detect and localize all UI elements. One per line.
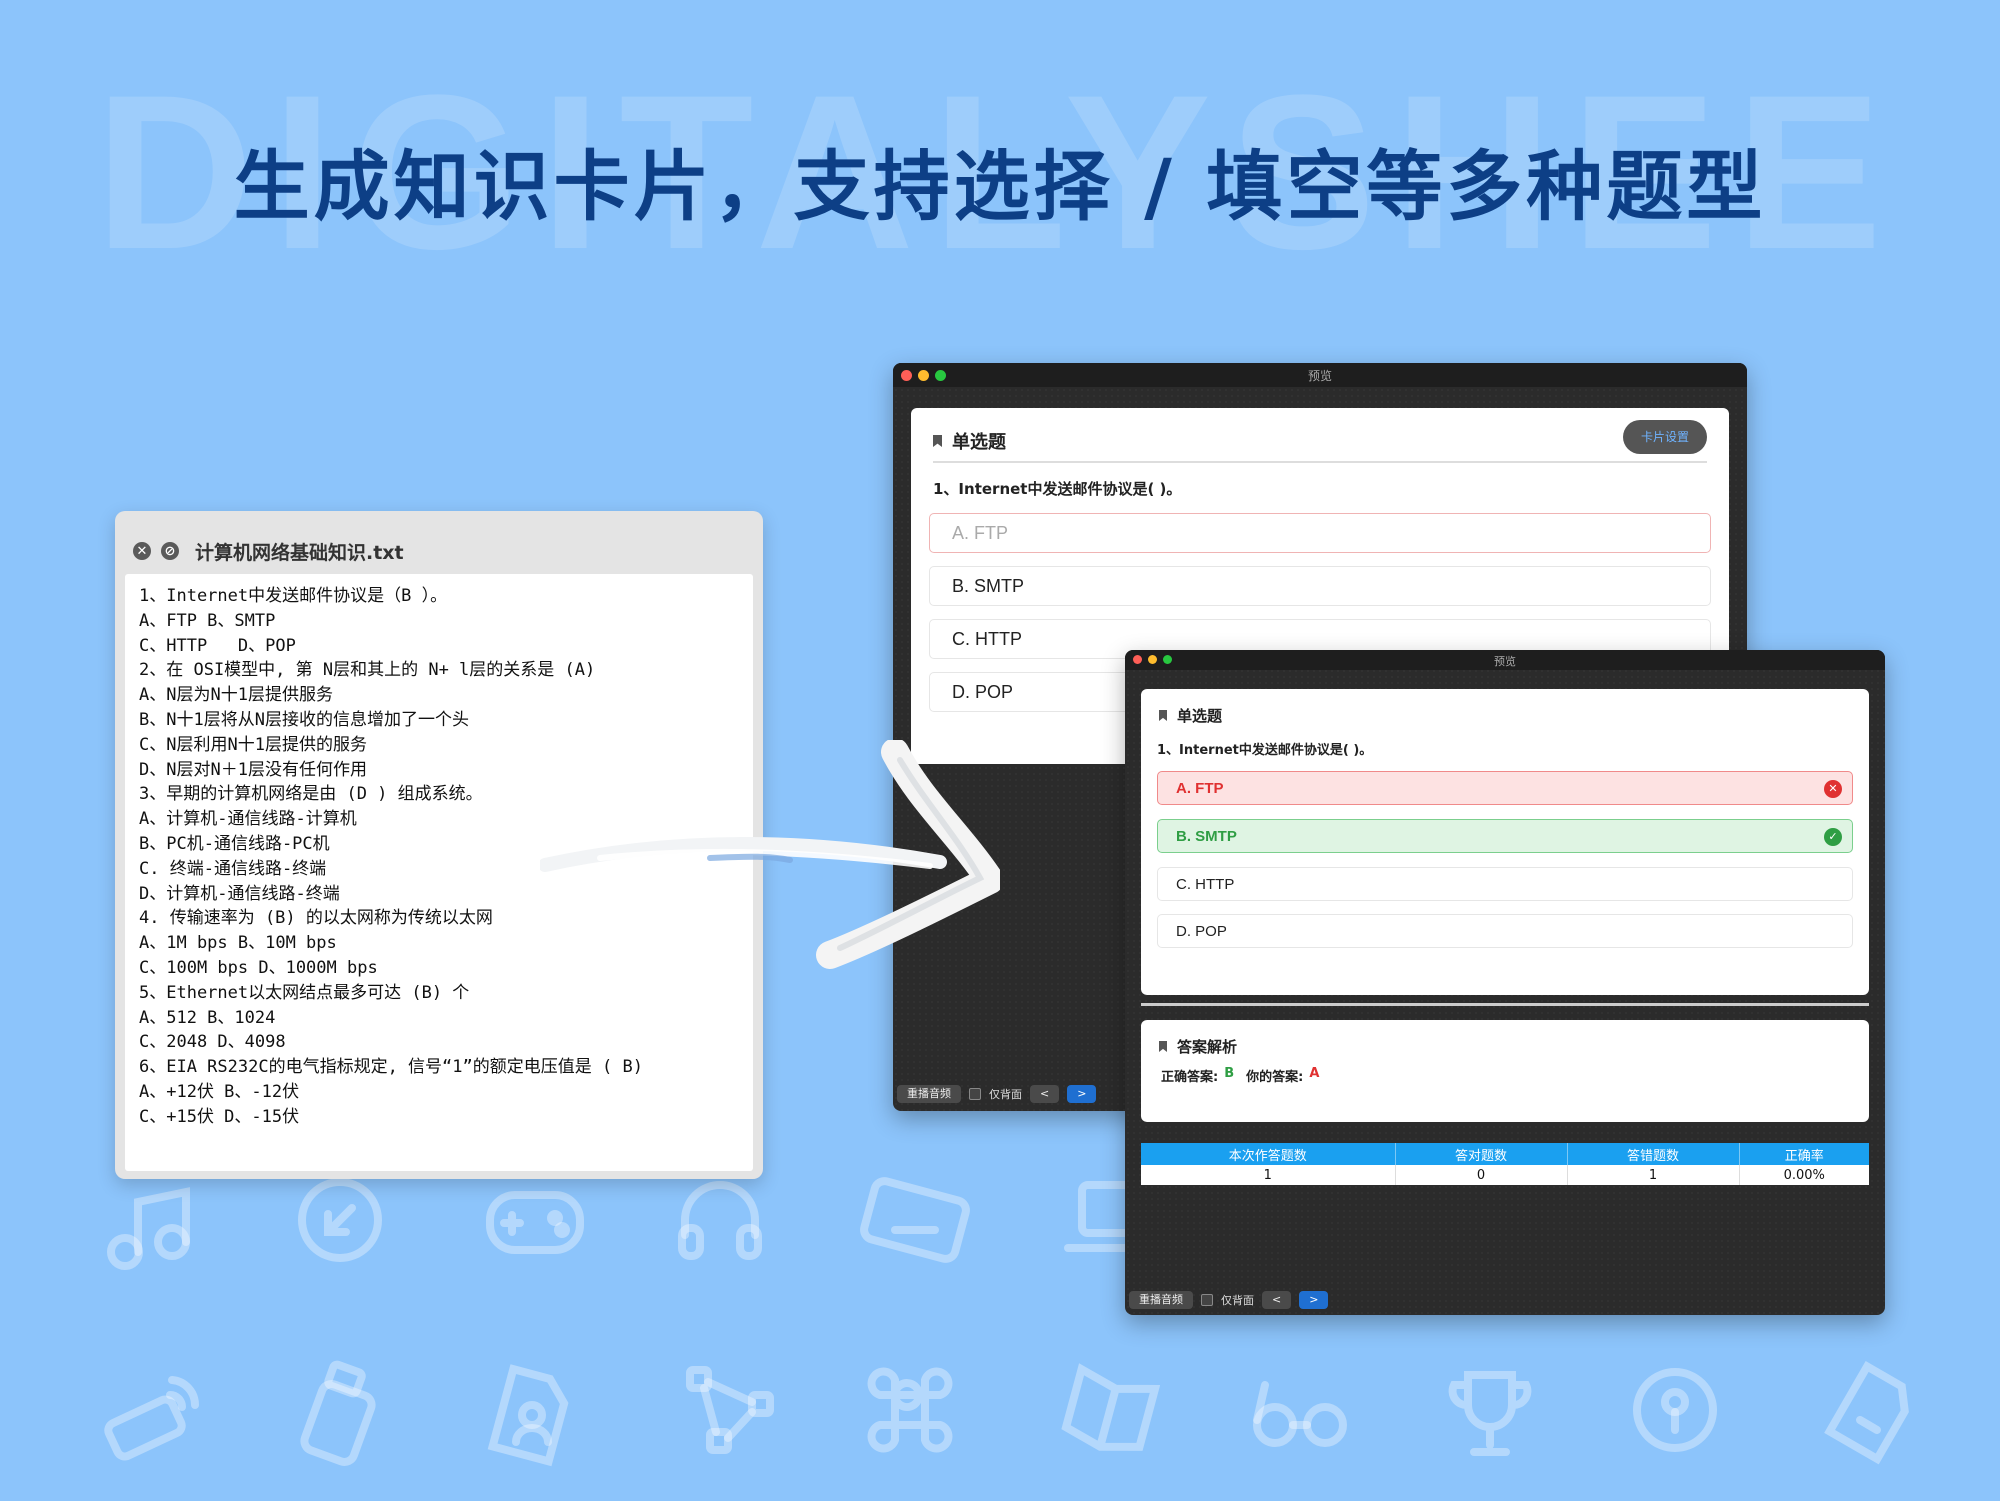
answer-summary: 正确答案: B 你的答案: A bbox=[1161, 1066, 1319, 1085]
question-type-header: 单选题 bbox=[1159, 705, 1222, 726]
back-only-label: 仅背面 bbox=[1221, 1294, 1254, 1307]
vector-pen-icon bbox=[686, 1366, 774, 1454]
command-icon bbox=[867, 1367, 953, 1453]
answer-analysis-card: 答案解析 正确答案: B 你的答案: A bbox=[1141, 1020, 1869, 1122]
text-line: B、N十1层将从N层接收的信息增加了一个头 bbox=[139, 709, 469, 730]
stats-value-row: 1 0 1 0.00% bbox=[1141, 1165, 1869, 1185]
text-line: A、N层为N十1层提供服务 bbox=[139, 685, 333, 706]
trophy-icon bbox=[1448, 1371, 1532, 1456]
text-line: A、512 B、1024 bbox=[139, 1007, 276, 1028]
gamepad-icon bbox=[486, 1191, 584, 1254]
your-answer-label: 你的答案: bbox=[1246, 1070, 1304, 1085]
bookmark-icon bbox=[1159, 710, 1167, 721]
window-title: 预览 bbox=[1307, 369, 1332, 383]
preview-window-front: 预览 单选题 1、Internet中发送邮件协议是( )。 A. FTP ✕ B… bbox=[1125, 650, 1885, 1315]
preview-controls: 重播音频 仅背面 < > bbox=[1129, 1291, 1329, 1309]
text-file-titlebar: ✕ ⊘ 计算机网络基础知识.txt bbox=[133, 529, 404, 573]
music-icon bbox=[107, 1187, 190, 1270]
prev-button[interactable]: < bbox=[1262, 1291, 1292, 1309]
stats-header-cell: 答错题数 bbox=[1567, 1143, 1740, 1165]
close-icon[interactable]: ✕ bbox=[133, 542, 151, 560]
next-button[interactable]: > bbox=[1067, 1085, 1097, 1103]
correct-answer-label: 正确答案: bbox=[1161, 1070, 1219, 1085]
window-titlebar: 预览 bbox=[893, 363, 1747, 387]
option-b[interactable]: B. SMTP bbox=[929, 566, 1711, 606]
wrong-x-icon: ✕ bbox=[1824, 780, 1842, 798]
text-line: A、FTP B、SMTP bbox=[139, 610, 276, 631]
your-answer-value: A bbox=[1309, 1066, 1320, 1081]
window-titlebar: 预览 bbox=[1125, 650, 1885, 670]
book-icon bbox=[1061, 1363, 1160, 1451]
headphones-icon bbox=[678, 1181, 762, 1260]
section-divider bbox=[1141, 1003, 1869, 1006]
keyboard-icon bbox=[860, 1177, 970, 1263]
window-title: 预览 bbox=[1494, 655, 1516, 668]
text-line: 5、Ethernet以太网结点最多可达 (B) 个 bbox=[139, 982, 470, 1003]
question-text: 1、Internet中发送邮件协议是( )。 bbox=[933, 480, 1182, 498]
text-file-name: 计算机网络基础知识.txt bbox=[195, 541, 404, 564]
stats-header-row: 本次作答题数 答对题数 答错题数 正确率 bbox=[1141, 1143, 1869, 1165]
back-only-checkbox[interactable] bbox=[969, 1088, 981, 1100]
replay-audio-button[interactable]: 重播音频 bbox=[897, 1085, 961, 1103]
option-d[interactable]: D. POP bbox=[1157, 914, 1853, 948]
question-type-label: 单选题 bbox=[1177, 707, 1223, 725]
usb-drive-icon bbox=[300, 1360, 376, 1466]
arrow-icon bbox=[540, 740, 1000, 969]
bookmark-icon bbox=[933, 435, 942, 447]
tag-icon bbox=[1824, 1360, 1909, 1465]
file-person-icon bbox=[487, 1364, 569, 1467]
question-card: 单选题 1、Internet中发送邮件协议是( )。 A. FTP ✕ B. S… bbox=[1141, 689, 1869, 995]
option-a-wrong[interactable]: A. FTP ✕ bbox=[1157, 771, 1853, 805]
block-icon[interactable]: ⊘ bbox=[161, 542, 179, 560]
stats-value-cell: 0 bbox=[1395, 1165, 1568, 1185]
text-line: 6、EIA RS232C的电气指标规定, 信号“1”的额定电压值是 ( B) bbox=[139, 1057, 643, 1078]
correct-answer-value: B bbox=[1224, 1066, 1235, 1081]
preview-controls: 重播音频 仅背面 < > bbox=[897, 1085, 1097, 1103]
question-type-label: 单选题 bbox=[952, 432, 1006, 453]
replay-audio-button[interactable]: 重播音频 bbox=[1129, 1291, 1193, 1309]
router-icon bbox=[104, 1376, 200, 1461]
header-divider bbox=[933, 461, 1707, 463]
next-button[interactable]: > bbox=[1299, 1291, 1329, 1309]
option-c[interactable]: C. HTTP bbox=[1157, 867, 1853, 901]
option-a-label: A. FTP bbox=[1176, 779, 1224, 797]
glasses-icon bbox=[1253, 1381, 1347, 1447]
prev-button[interactable]: < bbox=[1030, 1085, 1060, 1103]
stats-header-cell: 本次作答题数 bbox=[1141, 1143, 1396, 1165]
stats-value-cell: 1 bbox=[1567, 1165, 1740, 1185]
text-line: 1、Internet中发送邮件协议是（B ）。 bbox=[139, 586, 448, 606]
text-line: C、HTTP D、POP bbox=[139, 635, 296, 656]
back-only-checkbox[interactable] bbox=[1201, 1294, 1213, 1306]
back-only-label: 仅背面 bbox=[989, 1088, 1022, 1101]
analysis-title: 答案解析 bbox=[1177, 1038, 1238, 1056]
text-line: A、+12伏 B、-12伏 bbox=[139, 1081, 300, 1102]
stats-value-cell: 1 bbox=[1141, 1165, 1396, 1185]
option-a[interactable]: A. FTP bbox=[929, 513, 1711, 553]
text-line: C、+15伏 D、-15伏 bbox=[139, 1106, 300, 1127]
text-line: C、2048 D、4098 bbox=[139, 1032, 286, 1053]
stats-value-cell: 0.00% bbox=[1783, 1167, 1825, 1183]
correct-check-icon: ✓ bbox=[1824, 828, 1842, 846]
card-settings-button[interactable]: 卡片设置 bbox=[1623, 420, 1707, 454]
option-b-correct[interactable]: B. SMTP ✓ bbox=[1157, 819, 1853, 853]
stats-header-cell: 正确率 bbox=[1784, 1148, 1824, 1164]
stats-table: 本次作答题数 答对题数 答错题数 正确率 1 0 1 0.00% bbox=[1141, 1143, 1869, 1185]
bookmark-icon bbox=[1159, 1041, 1167, 1052]
option-b-label: B. SMTP bbox=[1176, 827, 1237, 845]
question-type-header: 单选题 bbox=[933, 428, 1006, 454]
lock-circle-icon bbox=[1633, 1368, 1717, 1452]
text-line: 2、在 OSI模型中, 第 N层和其上的 N+ l层的关系是 (A) bbox=[139, 660, 596, 681]
stats-header-cell: 答对题数 bbox=[1395, 1143, 1568, 1165]
download-circle-icon bbox=[298, 1178, 382, 1262]
page-headline: 生成知识卡片，支持选择 / 填空等多种题型 bbox=[233, 142, 1767, 231]
analysis-header: 答案解析 bbox=[1159, 1036, 1237, 1057]
question-text: 1、Internet中发送邮件协议是( )。 bbox=[1157, 743, 1373, 758]
